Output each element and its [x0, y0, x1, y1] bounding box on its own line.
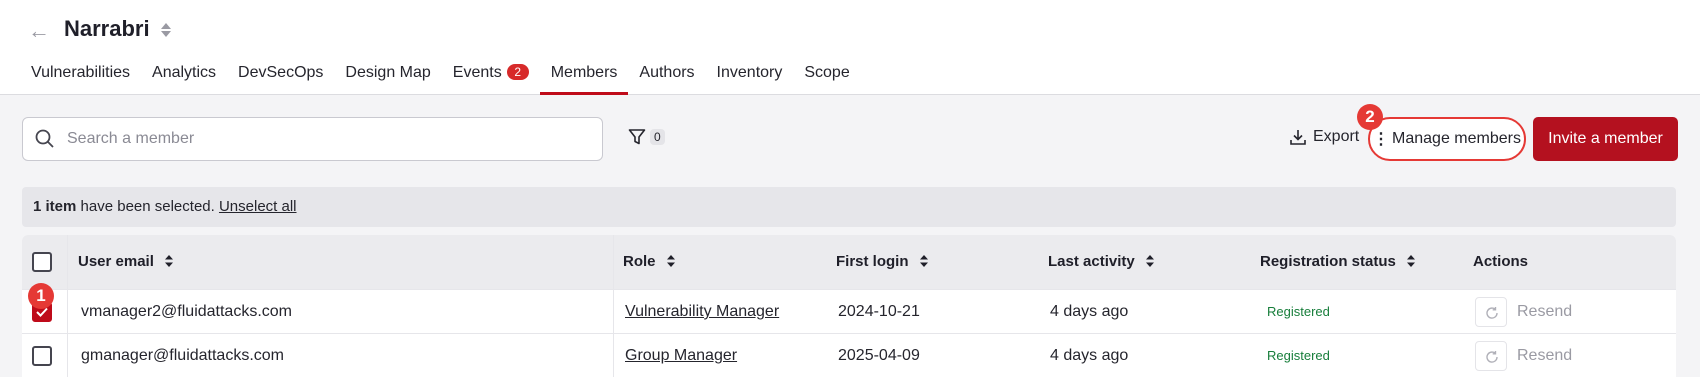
export-button[interactable]: Export — [1289, 128, 1359, 146]
tab-analytics[interactable]: Analytics — [141, 62, 227, 95]
selection-bar: 1 item have been selected. Unselect all — [22, 187, 1676, 227]
tab-authors[interactable]: Authors — [628, 62, 705, 95]
resend-link[interactable]: Resend — [1517, 290, 1572, 334]
refresh-icon — [1486, 307, 1498, 319]
tab-label: Events — [452, 64, 502, 81]
search-icon — [35, 129, 54, 148]
sort-icon — [1145, 237, 1155, 291]
tab-label: Design Map — [345, 64, 431, 81]
sort-icon — [919, 237, 929, 291]
invite-label: Invite a member — [1548, 130, 1663, 147]
tab-label: Vulnerabilities — [31, 64, 131, 81]
download-icon — [1290, 130, 1306, 145]
column-label: Last activity — [1048, 253, 1135, 270]
column-user-email[interactable]: User email — [78, 235, 174, 289]
members-table: User email Role First login Last activit… — [22, 235, 1676, 377]
first-login: 2025-04-09 — [838, 347, 920, 364]
tab-events[interactable]: Events 2 — [442, 62, 540, 95]
resend-button[interactable] — [1475, 341, 1507, 371]
tab-label: Authors — [639, 64, 695, 81]
tab-label: Scope — [804, 64, 850, 81]
column-role[interactable]: Role — [623, 235, 676, 289]
group-switch-icon[interactable] — [160, 22, 172, 43]
tab-bar: Vulnerabilities Analytics DevSecOps Desi… — [20, 62, 861, 95]
column-label: User email — [78, 253, 154, 270]
filter-icon — [628, 129, 646, 145]
column-registration-status[interactable]: Registration status — [1260, 235, 1416, 289]
role-link[interactable]: Vulnerability Manager — [625, 303, 779, 320]
user-email: gmanager@fluidattacks.com — [81, 347, 284, 364]
column-last-activity[interactable]: Last activity — [1048, 235, 1155, 289]
column-first-login[interactable]: First login — [836, 235, 929, 289]
table-header: User email Role First login Last activit… — [22, 235, 1676, 289]
tab-label: DevSecOps — [238, 64, 324, 81]
row-checkbox[interactable] — [32, 346, 52, 366]
selection-text: have been selected. — [76, 198, 219, 215]
unselect-all-link[interactable]: Unselect all — [219, 198, 297, 215]
filter-button[interactable]: 0 — [628, 128, 665, 146]
tab-scope[interactable]: Scope — [793, 62, 860, 95]
page-title: Narrabri — [64, 16, 150, 41]
tab-label: Members — [550, 64, 618, 81]
status-badge: Registered — [1267, 304, 1330, 319]
search-box — [22, 117, 603, 161]
user-email: vmanager2@fluidattacks.com — [81, 303, 292, 320]
tab-devsecops[interactable]: DevSecOps — [227, 62, 334, 95]
filter-count-badge: 0 — [650, 129, 665, 145]
column-label: Role — [623, 253, 656, 270]
tab-vulnerabilities[interactable]: Vulnerabilities — [20, 62, 141, 95]
status-badge: Registered — [1267, 348, 1330, 363]
sort-icon — [164, 237, 174, 291]
refresh-icon — [1486, 351, 1498, 363]
column-actions: Actions — [1473, 235, 1528, 289]
step-marker-1: 1 — [28, 283, 54, 309]
first-login: 2024-10-21 — [838, 303, 920, 320]
tab-inventory[interactable]: Inventory — [706, 62, 794, 95]
export-label: Export — [1313, 128, 1360, 145]
kebab-icon: ⋮ — [1373, 131, 1390, 148]
column-label: Registration status — [1260, 253, 1396, 270]
resend-button[interactable] — [1475, 297, 1507, 327]
column-label: Actions — [1473, 253, 1529, 270]
sort-icon — [1406, 237, 1416, 291]
role-link[interactable]: Group Manager — [625, 347, 737, 364]
search-input[interactable] — [67, 126, 587, 152]
tab-label: Inventory — [716, 64, 783, 81]
tab-design-map[interactable]: Design Map — [334, 62, 441, 95]
last-activity: 4 days ago — [1050, 347, 1129, 364]
table-row[interactable]: vmanager2@fluidattacks.com Vulnerability… — [22, 289, 1676, 333]
invite-member-button[interactable]: Invite a member — [1533, 117, 1678, 161]
step-marker-2: 2 — [1357, 104, 1383, 130]
sort-icon — [666, 237, 676, 291]
selection-count: 1 item — [33, 198, 77, 215]
last-activity: 4 days ago — [1050, 303, 1129, 320]
table-row[interactable]: gmanager@fluidattacks.com Group Manager … — [22, 333, 1676, 377]
back-arrow-icon[interactable]: ← — [28, 18, 50, 44]
manage-members-button[interactable]: ⋮ Manage members — [1368, 117, 1526, 161]
resend-link[interactable]: Resend — [1517, 334, 1572, 377]
column-label: First login — [836, 253, 909, 270]
top-bar: ← Narrabri Vulnerabilities Analytics Dev… — [0, 0, 1700, 95]
manage-members-label: Manage members — [1392, 130, 1521, 147]
tab-label: Analytics — [152, 64, 217, 81]
events-count-badge: 2 — [506, 64, 529, 80]
tab-members[interactable]: Members — [539, 62, 629, 95]
select-all-checkbox[interactable] — [32, 252, 52, 272]
